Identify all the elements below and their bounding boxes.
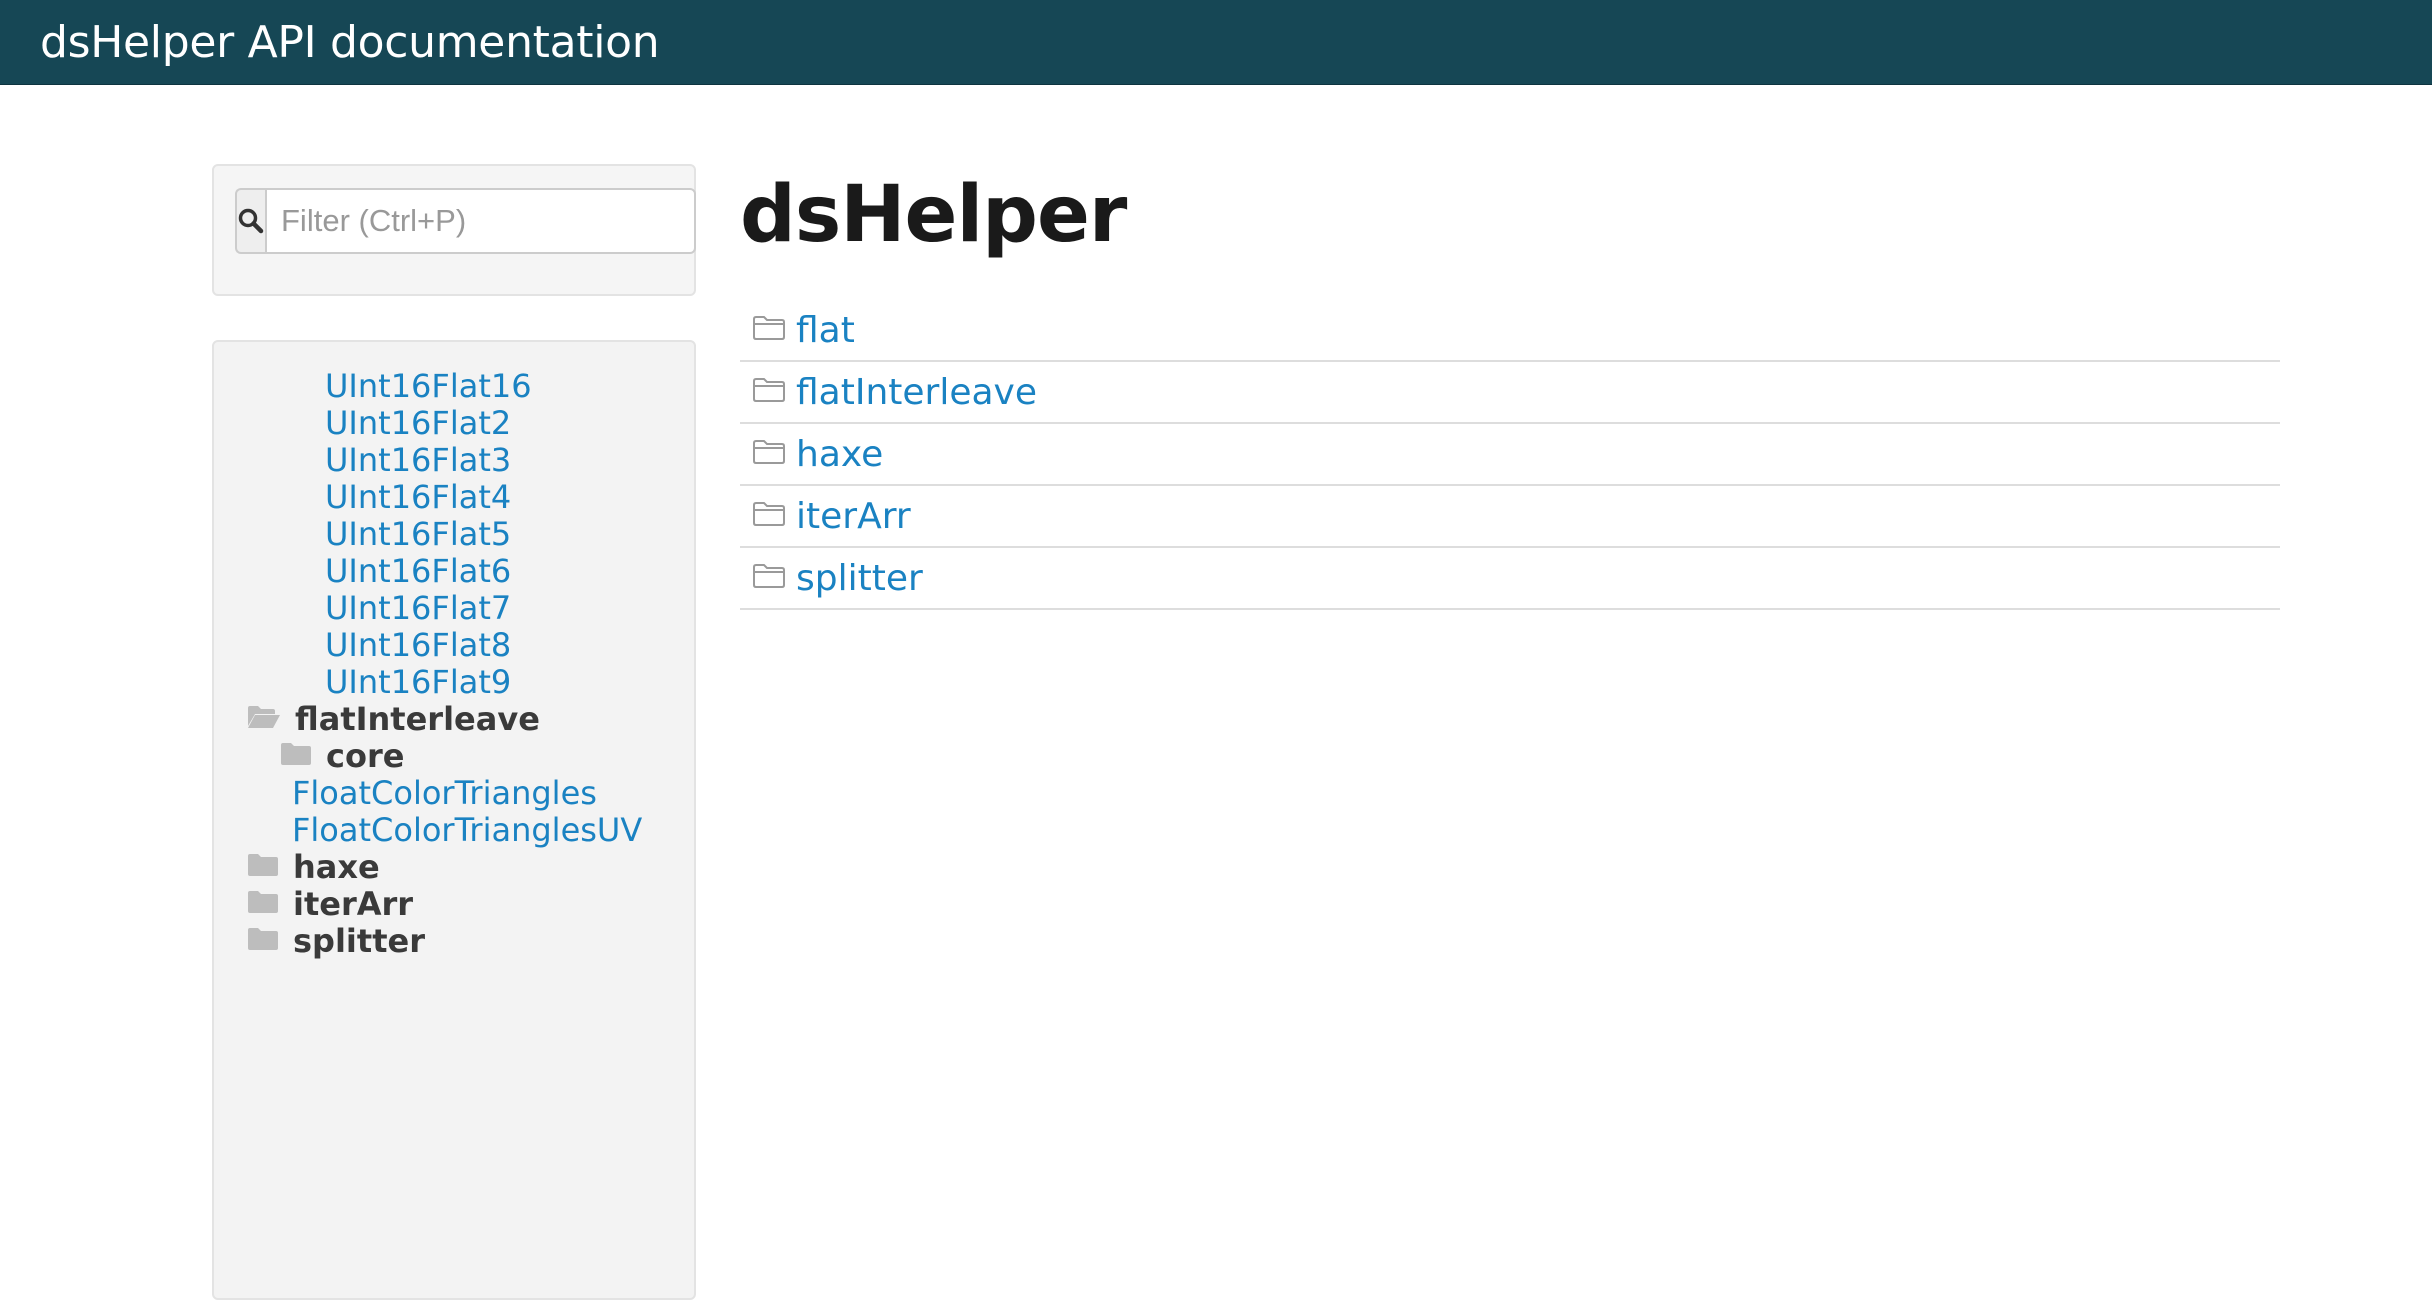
filter-input-group — [235, 188, 696, 254]
search-icon — [235, 188, 265, 254]
package-row: haxe — [740, 424, 2280, 486]
site-title-link[interactable]: dsHelper API documentation — [40, 0, 660, 85]
folder-outline-icon — [752, 314, 786, 346]
nav-package-label: splitter — [293, 922, 425, 960]
folder-icon — [247, 917, 279, 965]
package-link[interactable]: haxe — [796, 434, 883, 475]
sidebar-nav: UInt16Flat16 UInt16Flat2 UInt16Flat3 UIn… — [212, 340, 696, 1300]
folder-outline-icon — [752, 562, 786, 594]
package-link[interactable]: iterArr — [796, 496, 911, 537]
package-link[interactable]: flatInterleave — [796, 372, 1037, 413]
folder-outline-icon — [752, 500, 786, 532]
page-title: dsHelper — [740, 170, 1127, 260]
nav-package-splitter[interactable]: splitter — [247, 917, 425, 965]
package-link[interactable]: splitter — [796, 558, 923, 599]
package-link[interactable]: flat — [796, 310, 855, 351]
package-row: iterArr — [740, 486, 2280, 548]
folder-outline-icon — [752, 438, 786, 470]
filter-input[interactable] — [265, 188, 696, 254]
top-navbar: dsHelper API documentation — [0, 0, 2432, 85]
folder-open-icon — [247, 695, 281, 743]
package-list: flat flatInterleave haxe iterArr splitte… — [740, 300, 2280, 610]
package-row: flat — [740, 300, 2280, 362]
filter-panel — [212, 164, 696, 296]
package-row: flatInterleave — [740, 362, 2280, 424]
package-row: splitter — [740, 548, 2280, 610]
folder-outline-icon — [752, 376, 786, 408]
